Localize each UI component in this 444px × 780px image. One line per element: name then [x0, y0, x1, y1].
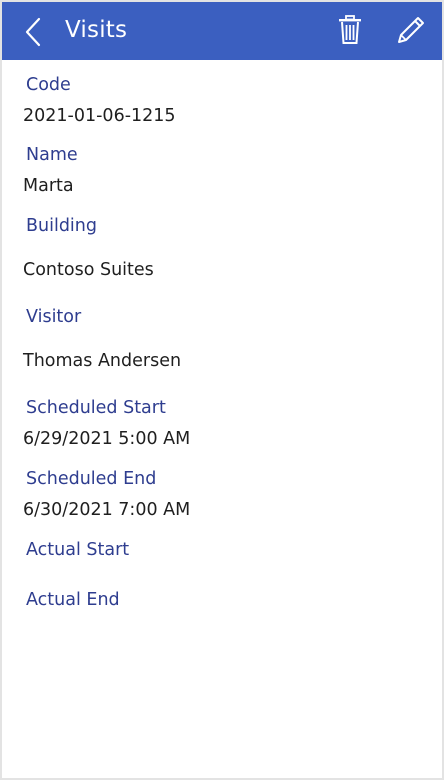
delete-button[interactable]	[335, 14, 365, 46]
chevron-left-icon	[25, 17, 41, 47]
code-label: Code	[26, 75, 71, 95]
building-label: Building	[26, 216, 97, 236]
visitor-label: Visitor	[26, 307, 82, 327]
app-screen: Visits Code 2021-01-06-1215 Name Marta B…	[0, 0, 444, 780]
pencil-icon	[398, 17, 424, 43]
page-title: Visits	[65, 17, 128, 43]
scheduled-end-label: Scheduled End	[26, 469, 157, 489]
scheduled-start-value: 6/29/2021 5:00 AM	[23, 429, 191, 449]
code-value: 2021-01-06-1215	[23, 106, 176, 126]
header-bar: Visits	[2, 2, 442, 60]
edit-button[interactable]	[393, 14, 427, 48]
visitor-value: Thomas Andersen	[23, 351, 182, 371]
actual-end-label: Actual End	[26, 590, 120, 610]
building-value: Contoso Suites	[23, 260, 154, 280]
name-label: Name	[26, 145, 78, 165]
scheduled-start-label: Scheduled Start	[26, 398, 166, 418]
scheduled-end-value: 6/30/2021 7:00 AM	[23, 500, 191, 520]
actual-start-label: Actual Start	[26, 540, 130, 560]
name-value: Marta	[23, 176, 74, 196]
trash-icon	[339, 15, 361, 44]
back-button[interactable]	[20, 16, 48, 48]
